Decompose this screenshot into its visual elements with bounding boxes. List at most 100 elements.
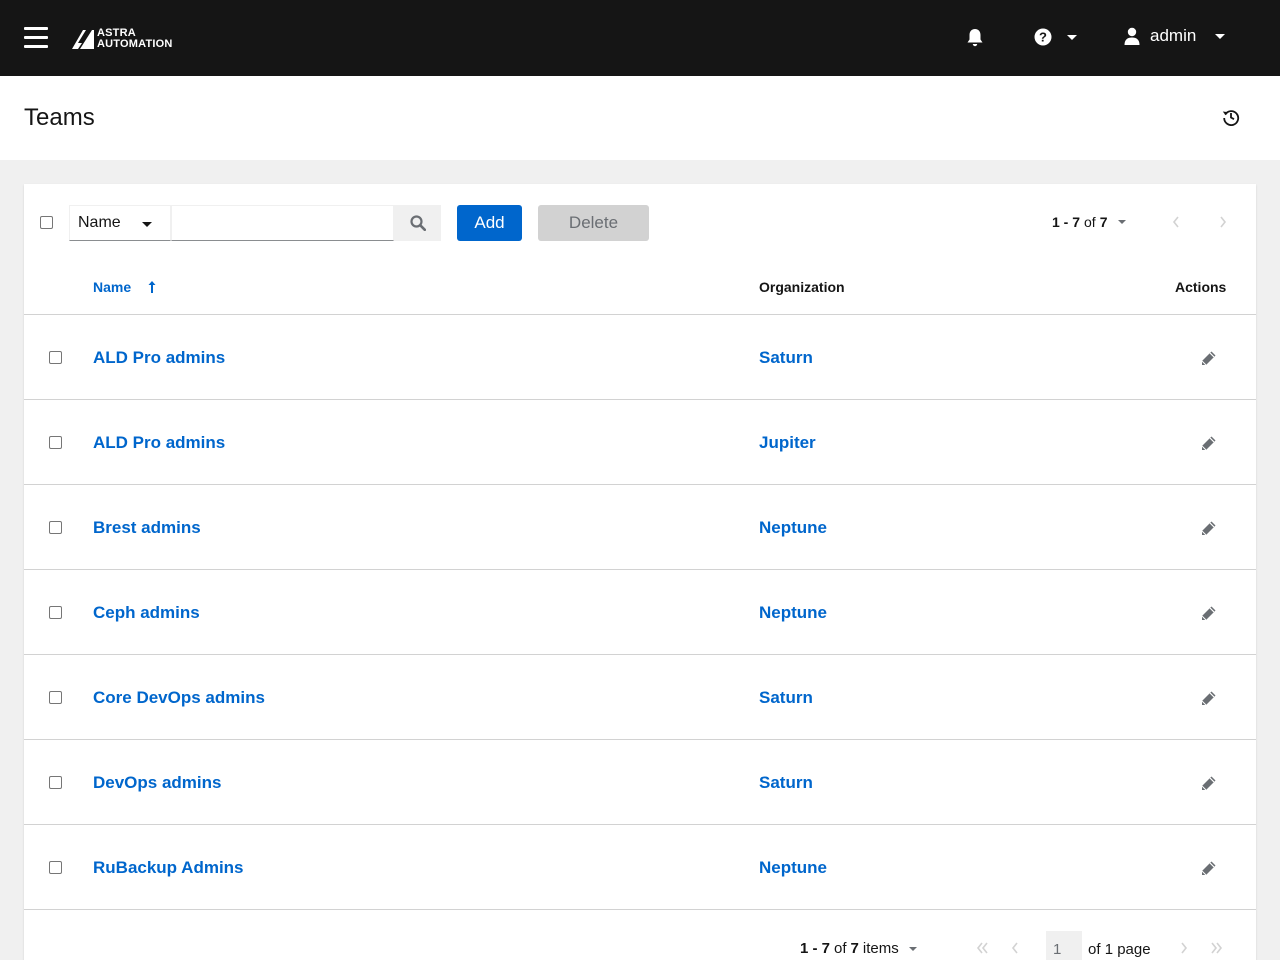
search-button[interactable] [394,205,441,241]
table-row: Ceph admins Neptune [24,570,1256,655]
first-page-button[interactable] [975,940,991,960]
row-select-checkbox[interactable] [49,691,62,704]
top-navbar: ASTRA AUTOMATION ? admin [0,0,1280,76]
pagination-total: 7 [850,940,859,957]
pencil-icon [1201,606,1216,621]
pagination-items-label: items [862,940,899,957]
bottom-pagination-options-toggle[interactable]: 1 - 7 of 7 items [800,940,917,957]
logo-text: ASTRA AUTOMATION [97,27,173,50]
notifications-button[interactable] [966,28,984,53]
chevron-right-icon [1181,942,1188,954]
row-select-checkbox[interactable] [49,521,62,534]
page-header: Teams [0,76,1280,160]
edit-team-button[interactable] [1200,860,1217,882]
team-name-link[interactable]: ALD Pro admins [93,433,225,453]
pencil-icon [1201,776,1216,791]
filter-field-select[interactable]: Name [69,205,171,241]
chevron-down-icon [1067,34,1077,40]
table-row: ALD Pro admins Jupiter [24,400,1256,485]
edit-team-button[interactable] [1200,520,1217,542]
pagination-range: 1 - 7 [800,940,831,957]
help-icon: ? [1034,28,1052,46]
column-header-actions: Actions [1175,279,1227,295]
select-all-checkbox[interactable] [40,216,53,229]
pager-range: 1 - 7 [1052,214,1081,230]
bottom-next-page-button[interactable] [1179,940,1189,960]
search-input[interactable] [171,205,394,241]
help-menu-toggle[interactable]: ? [1034,28,1077,46]
column-header-name-label: Name [93,279,132,295]
edit-team-button[interactable] [1200,605,1217,627]
table-row: DevOps admins Saturn [24,740,1256,825]
sort-ascending-icon [148,281,156,293]
pagination-options-toggle[interactable]: 1 - 7 of 7 [1052,214,1126,230]
caret-down-icon [1117,220,1126,224]
table-row: ALD Pro admins Saturn [24,315,1256,400]
delete-button[interactable]: Delete [538,205,649,241]
filter-field-value: Name [78,214,121,231]
edit-team-button[interactable] [1200,435,1217,457]
chevron-left-icon [1011,942,1018,954]
team-name-link[interactable]: Core DevOps admins [93,688,265,708]
edit-team-button[interactable] [1200,775,1217,797]
caret-down-icon [908,946,917,951]
column-header-name[interactable]: Name [93,279,156,295]
row-select-checkbox[interactable] [49,436,62,449]
pencil-icon [1201,436,1216,451]
organization-link[interactable]: Neptune [759,603,827,623]
team-name-link[interactable]: Ceph admins [93,603,200,623]
user-icon [1124,27,1140,45]
edit-team-button[interactable] [1200,690,1217,712]
current-page-input[interactable] [1046,931,1082,960]
organization-link[interactable]: Saturn [759,773,813,793]
page-title: Teams [24,104,95,131]
organization-link[interactable]: Jupiter [759,433,816,453]
column-header-organization: Organization [759,279,845,295]
user-name: admin [1150,26,1197,45]
hamburger-icon[interactable] [24,27,48,49]
organization-link[interactable]: Saturn [759,688,813,708]
team-name-link[interactable]: Brest admins [93,518,201,538]
add-button[interactable]: Add [457,205,522,241]
chevron-down-icon [1215,33,1226,39]
table-row: Core DevOps admins Saturn [24,655,1256,740]
pencil-icon [1201,521,1216,536]
double-chevron-right-icon [1211,942,1223,954]
row-select-checkbox[interactable] [49,351,62,364]
user-menu-toggle[interactable]: admin [1124,26,1226,46]
bell-icon [967,29,983,47]
last-page-button[interactable] [1208,940,1224,960]
caret-down-icon [142,222,152,227]
logo[interactable]: ASTRA AUTOMATION [72,28,173,50]
pencil-icon [1201,351,1216,366]
svg-text:?: ? [1039,30,1047,45]
pager-of: of [1084,214,1096,230]
activity-history-button[interactable] [1222,108,1240,131]
page-count-label: of 1 page [1088,941,1151,958]
history-icon [1222,110,1240,126]
row-select-checkbox[interactable] [49,606,62,619]
edit-team-button[interactable] [1200,350,1217,372]
team-name-link[interactable]: ALD Pro admins [93,348,225,368]
team-name-link[interactable]: DevOps admins [93,773,222,793]
pagination-of: of [834,940,847,957]
teams-list-card: Name Add Delete 1 - 7 of 7 Name Organiza… [24,184,1256,960]
bottom-previous-page-button[interactable] [1010,940,1020,960]
row-select-checkbox[interactable] [49,776,62,789]
row-select-checkbox[interactable] [49,861,62,874]
pencil-icon [1201,861,1216,876]
astra-logo-icon [72,30,94,49]
organization-link[interactable]: Neptune [759,858,827,878]
organization-link[interactable]: Saturn [759,348,813,368]
table-row: Brest admins Neptune [24,485,1256,570]
organization-link[interactable]: Neptune [759,518,827,538]
previous-page-button[interactable] [1171,214,1181,235]
double-chevron-left-icon [976,942,988,954]
team-name-link[interactable]: RuBackup Admins [93,858,244,878]
next-page-button[interactable] [1218,214,1228,235]
table-row: RuBackup Admins Neptune [24,825,1256,910]
search-icon [409,215,426,231]
row-divider [24,909,1256,910]
chevron-left-icon [1172,216,1179,228]
pager-total: 7 [1099,214,1108,230]
